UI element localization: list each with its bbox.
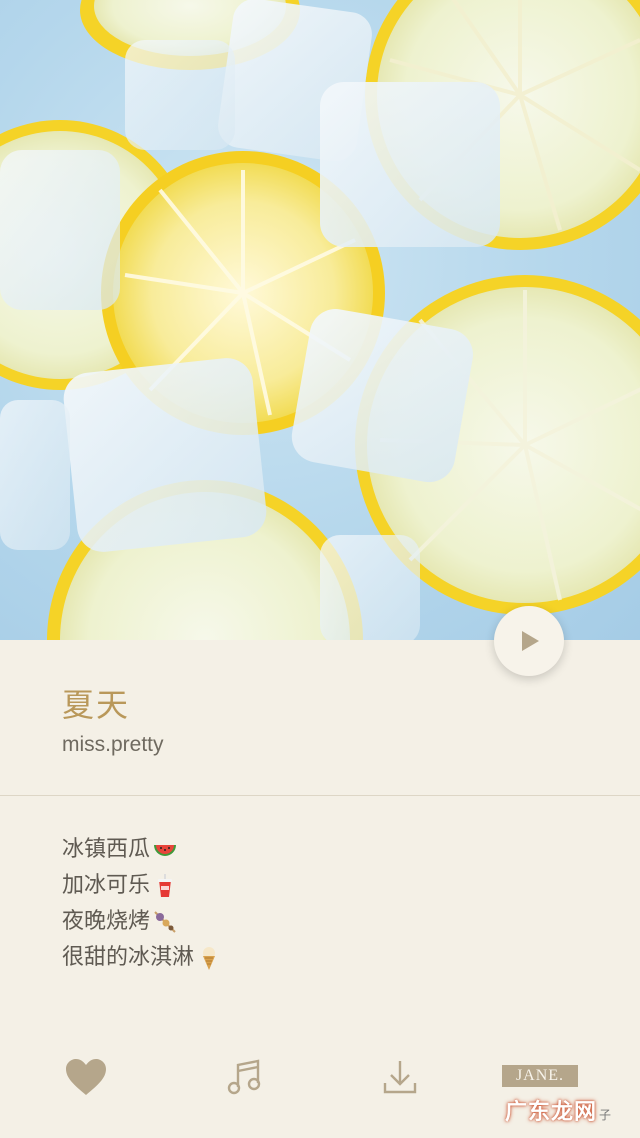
ice-cream-icon [203,947,216,970]
divider [0,795,640,796]
watermark-small: 子 [599,1108,613,1122]
lyric-line: 加冰可乐 [62,868,222,904]
song-title: 夏天 [62,686,131,724]
heart-icon [66,1059,106,1095]
lemon-ice-illustration [0,0,640,640]
lyric-line: 夜晚烧烤 [62,904,222,940]
lyric-line: 很甜的冰淇淋 [62,940,222,976]
lyric-text: 夜晚烧烤 [62,909,151,934]
music-button[interactable] [219,1052,269,1102]
cover-image [0,0,640,640]
lyric-text: 加冰可乐 [62,873,151,898]
brand-logo: JANE. [502,1065,578,1087]
cola-cup-icon [158,874,173,897]
music-note-icon [227,1059,261,1095]
download-button[interactable] [375,1052,425,1102]
watermelon-icon [154,845,177,856]
lyrics-list: 冰镇西瓜 加冰可乐 夜晚烧烤 很甜的冰淇淋 [62,832,222,976]
play-button[interactable] [494,606,564,676]
skewer-icon [154,911,176,933]
lyric-text: 冰镇西瓜 [62,837,151,862]
lyric-line: 冰镇西瓜 [62,832,222,868]
watermark: 广东龙网子 [505,1094,612,1126]
download-icon [383,1061,417,1094]
song-artist: miss.pretty [62,733,164,756]
watermark-text: 广东龙网 [505,1100,598,1125]
play-icon [522,631,539,651]
lyric-text: 很甜的冰淇淋 [62,945,195,970]
like-button[interactable] [61,1052,111,1102]
